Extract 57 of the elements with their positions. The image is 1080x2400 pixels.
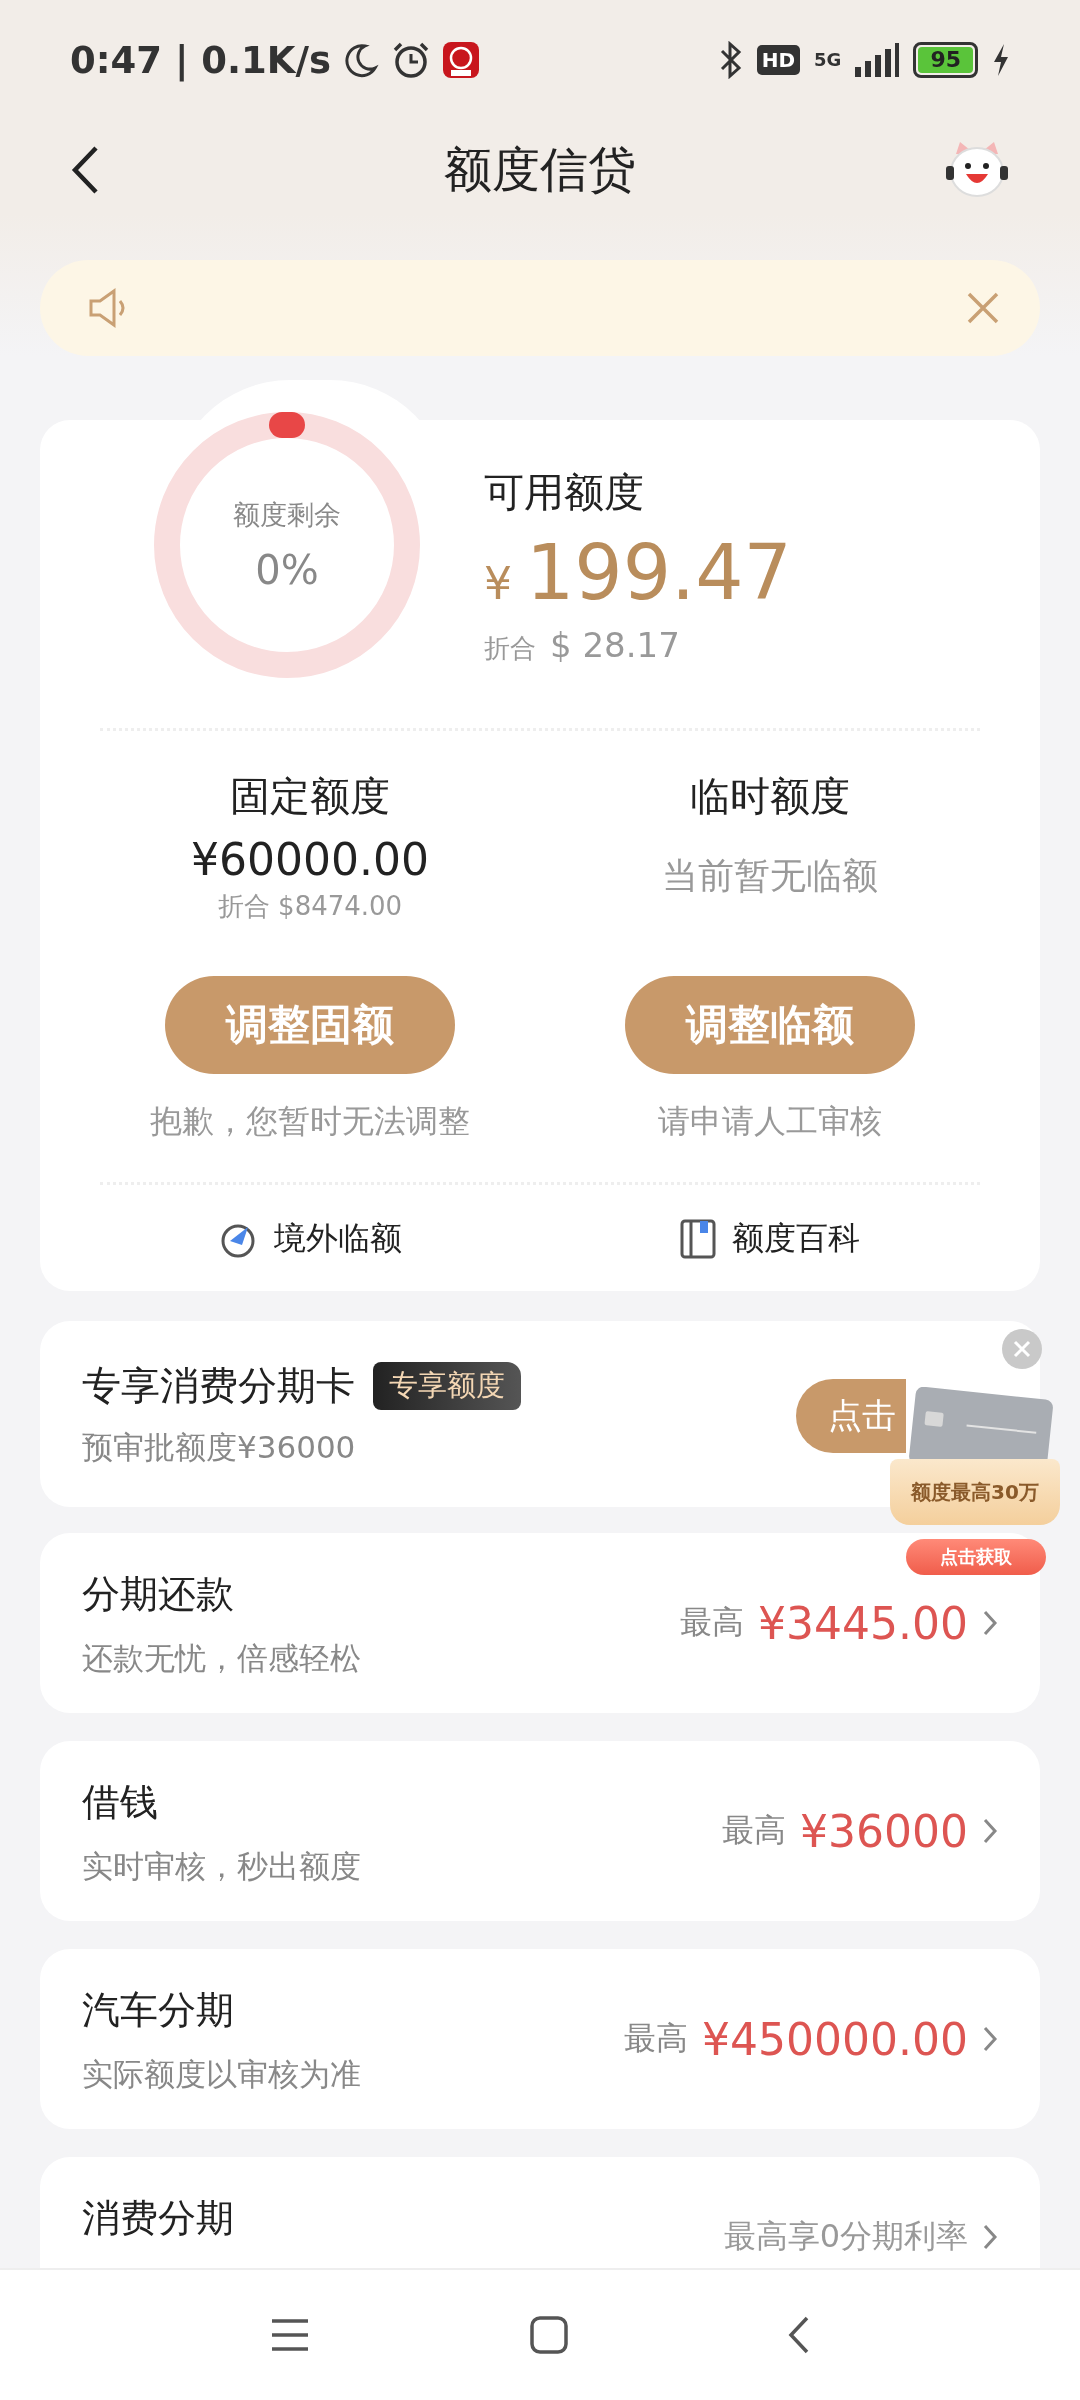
link-label[interactable]: 境外临额	[274, 1217, 402, 1261]
chevron-right-icon	[982, 2025, 998, 2053]
mascot-icon[interactable]	[944, 140, 1010, 200]
product-card[interactable]: 借钱 实时审核，秒出额度 最高 ¥36000	[40, 1741, 1040, 1921]
charging-icon	[992, 44, 1010, 76]
link-label[interactable]: 额度百科	[732, 1217, 860, 1261]
max-amount: ¥450000.00	[702, 2013, 968, 2065]
empty-limit-text: 当前暂无临额	[662, 854, 878, 898]
limit-note: 抱歉，您暂时无法调整	[150, 1101, 470, 1142]
max-label: 最高	[680, 1602, 745, 1643]
battery-indicator: 95	[913, 42, 978, 78]
signal-icon	[855, 43, 900, 77]
remaining-percent: 0%	[255, 547, 319, 593]
ad-headline: 额度最高30万	[890, 1459, 1060, 1525]
product-subtitle: 实时审核，秒出额度	[82, 1847, 361, 1886]
currency-symbol: ¥	[484, 557, 512, 609]
max-label: 最高	[624, 2018, 689, 2059]
chevron-right-icon	[982, 2223, 998, 2251]
available-label: 可用额度	[484, 467, 645, 517]
max-label: 最高	[722, 1810, 787, 1851]
hd-badge: HD	[756, 45, 801, 75]
status-time: 0:47 | 0.1K/s	[70, 38, 332, 82]
limit-title: 固定额度	[230, 772, 390, 821]
book-icon	[680, 1219, 716, 1259]
back-icon[interactable]	[70, 145, 100, 195]
page-title: 额度信贷	[444, 141, 636, 197]
product-subtitle: 实际额度以审核为准	[82, 2055, 361, 2094]
app-notification-icon	[443, 42, 480, 78]
limit-note: 请申请人工审核	[658, 1101, 882, 1142]
promo-subtitle: 预审批额度¥36000	[82, 1428, 357, 1467]
product-card[interactable]: 汽车分期 实际额度以审核为准 最高 ¥450000.00	[40, 1949, 1040, 2129]
promo-title: 专享消费分期卡	[82, 1362, 355, 1410]
bluetooth-icon	[718, 41, 743, 79]
limit-title: 临时额度	[690, 772, 850, 821]
ring-label: 额度剩余	[233, 498, 341, 532]
network-type: 5G	[814, 51, 842, 69]
chevron-right-icon	[982, 1609, 998, 1637]
converted-amount: $ 28.17	[550, 624, 680, 665]
product-title: 借钱	[82, 1779, 159, 1826]
product-card[interactable]: 消费分期 最高享0分期利率	[40, 2157, 1040, 2268]
moon-icon	[343, 42, 380, 78]
menu-icon[interactable]	[270, 2318, 310, 2352]
product-subtitle: 还款无忧，倍感轻松	[82, 1639, 361, 1678]
max-amount: ¥3445.00	[758, 1597, 968, 1649]
promo-tag: 专享额度	[373, 1362, 521, 1410]
product-title: 消费分期	[82, 2195, 234, 2242]
back-icon[interactable]	[788, 2316, 810, 2354]
limit-amount: ¥60000.00	[191, 834, 429, 885]
max-amount: ¥36000	[800, 1805, 968, 1857]
limit-converted: 折合 $8474.00	[217, 890, 403, 923]
rate-note: 最高享0分期利率	[723, 2216, 968, 2257]
converted-label: 折合	[484, 631, 536, 665]
available-amount: 199.47	[526, 527, 792, 617]
chevron-right-icon	[982, 1817, 998, 1845]
product-title: 汽车分期	[82, 1987, 235, 2034]
home-icon[interactable]	[530, 2316, 568, 2354]
product-title: 分期还款	[82, 1571, 235, 1618]
